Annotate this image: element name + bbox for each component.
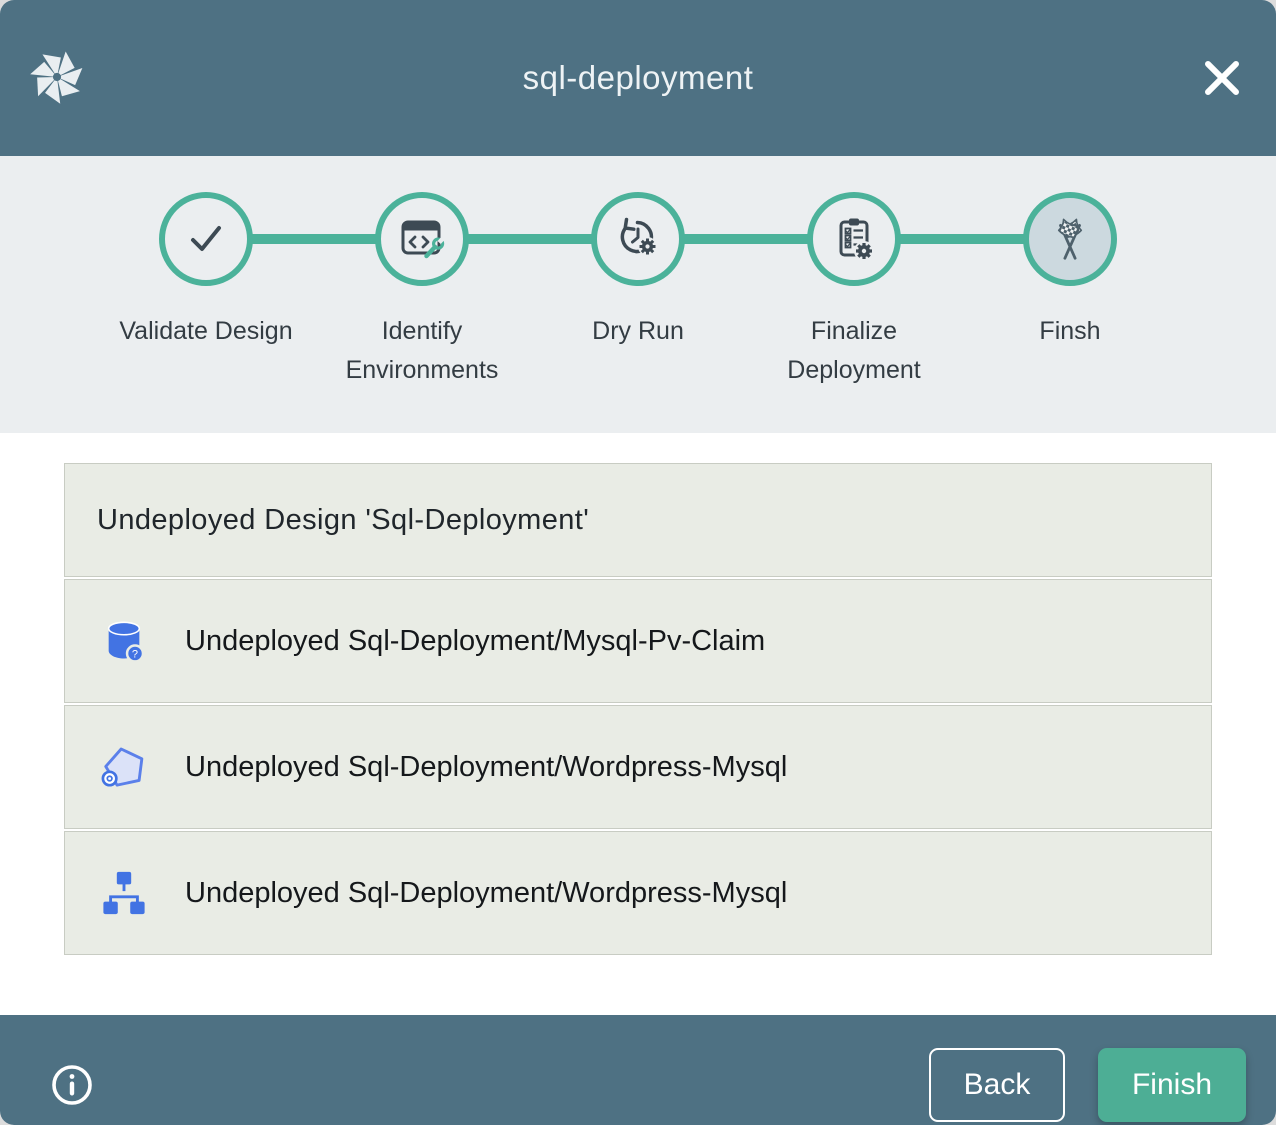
step-label: Finalize Deployment	[747, 312, 962, 390]
checkered-flags-icon	[1046, 215, 1094, 263]
step-label: Dry Run	[592, 312, 684, 351]
sql-deployment-dialog: sql-deployment Validate Design	[0, 0, 1276, 1125]
dialog-header: sql-deployment	[0, 0, 1276, 156]
list-item-mysql-pv-claim: ? Undeployed Sql-Deployment/Mysql-Pv-Cla…	[64, 579, 1212, 703]
list-item-wordpress-mysql-2: Undeployed Sql-Deployment/Wordpress-Mysq…	[64, 831, 1212, 955]
finish-button[interactable]: Finish	[1098, 1048, 1246, 1122]
close-button[interactable]	[1198, 54, 1246, 102]
step-validate-design: Validate Design	[98, 192, 314, 390]
list-item-text: Undeployed Sql-Deployment/Mysql-Pv-Claim	[185, 625, 765, 658]
step-circle-4[interactable]	[807, 192, 901, 286]
step-identify-environments: Identify Environments	[314, 192, 530, 390]
step-finish: Finsh	[962, 192, 1178, 390]
hierarchy-icon	[101, 870, 147, 916]
dialog-footer: Back Finish	[0, 1015, 1276, 1125]
step-circle-2[interactable]	[375, 192, 469, 286]
info-icon	[50, 1063, 94, 1107]
dialog-title: sql-deployment	[0, 59, 1276, 97]
check-icon	[182, 215, 230, 263]
database-question-icon: ?	[101, 618, 147, 664]
close-icon	[1198, 54, 1246, 102]
step-circle-3[interactable]	[591, 192, 685, 286]
list-item-text: Undeployed Sql-Deployment/Wordpress-Mysq…	[185, 751, 787, 784]
list-item-wordpress-mysql-1: Undeployed Sql-Deployment/Wordpress-Mysq…	[64, 705, 1212, 829]
step-label: Finsh	[1039, 312, 1100, 351]
panel-header: Undeployed Design 'Sql-Deployment'	[64, 463, 1212, 577]
clipboard-gear-icon	[830, 215, 878, 263]
info-button[interactable]	[50, 1063, 94, 1107]
wizard-stepper: Validate Design Iden	[0, 156, 1276, 433]
history-gear-icon	[614, 215, 662, 263]
code-window-wrench-icon	[398, 215, 446, 263]
svg-text:?: ?	[132, 648, 138, 660]
deployment-summary-area: Undeployed Design 'Sql-Deployment' ? Und…	[0, 463, 1276, 1015]
step-finalize-deployment: Finalize Deployment	[746, 192, 962, 390]
step-dry-run: Dry Run	[530, 192, 746, 390]
list-item-text: Undeployed Sql-Deployment/Wordpress-Mysq…	[185, 877, 787, 910]
pentagon-node-icon	[101, 744, 147, 790]
undeployed-panel: Undeployed Design 'Sql-Deployment' ? Und…	[64, 463, 1212, 955]
step-label: Identify Environments	[315, 312, 530, 390]
step-circle-1[interactable]	[159, 192, 253, 286]
back-button[interactable]: Back	[929, 1048, 1065, 1122]
pinwheel-logo-icon	[28, 48, 86, 106]
step-label: Validate Design	[119, 312, 292, 351]
step-circle-5[interactable]	[1023, 192, 1117, 286]
